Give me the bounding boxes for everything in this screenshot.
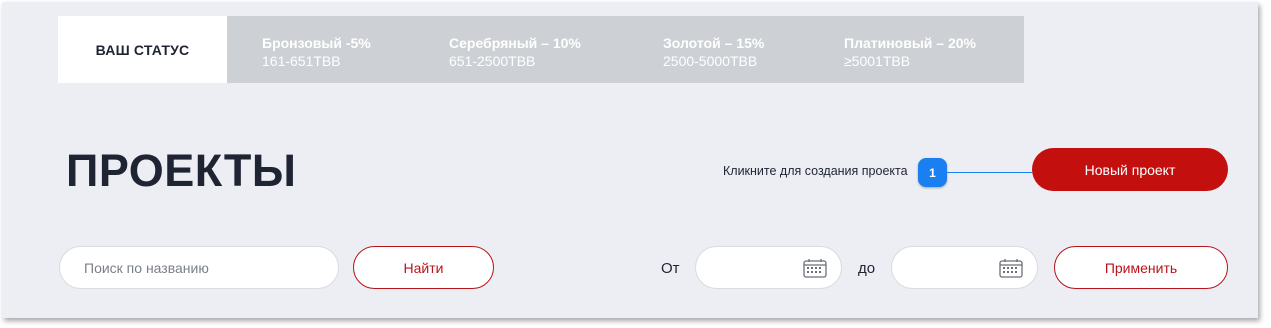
tier-range: 161-651ТВВ <box>262 53 341 69</box>
date-from-field[interactable] <box>695 246 842 289</box>
calendar-icon[interactable] <box>803 258 827 278</box>
date-to-label: до <box>858 260 876 277</box>
tier-range: ≥5001ТВВ <box>844 53 911 69</box>
new-project-button[interactable]: Новый проект <box>1032 148 1228 191</box>
projects-panel: ВАШ СТАТУС Бронзовый -5% 161-651ТВВ Сере… <box>2 2 1258 318</box>
tier-bronze: Бронзовый -5% 161-651ТВВ <box>262 34 371 70</box>
calendar-icon[interactable] <box>999 258 1023 278</box>
tier-name: Золотой – 15% <box>663 35 765 51</box>
tier-name: Бронзовый -5% <box>262 35 371 51</box>
tier-range: 651-2500ТВВ <box>449 53 536 69</box>
tier-silver: Серебряный – 10% 651-2500ТВВ <box>449 34 581 70</box>
tier-gold: Золотой – 15% 2500-5000ТВВ <box>663 34 764 70</box>
find-button[interactable]: Найти <box>353 246 494 289</box>
page-title: ПРОЕКТЫ <box>66 145 297 196</box>
apply-button[interactable]: Применить <box>1054 246 1228 289</box>
date-from-label: От <box>661 260 680 277</box>
tier-range: 2500-5000ТВВ <box>663 53 758 69</box>
hint-step-badge: 1 <box>918 158 947 187</box>
date-to-field[interactable] <box>891 246 1038 289</box>
hint-connector-line <box>946 172 1032 173</box>
tier-name: Платиновый – 20% <box>844 35 976 51</box>
search-input[interactable] <box>59 246 339 289</box>
create-hint-text: Кликните для создания проекта <box>723 164 908 178</box>
tier-platinum: Платиновый – 20% ≥5001ТВВ <box>844 34 976 70</box>
status-current-label: ВАШ СТАТУС <box>58 16 227 83</box>
status-bar: ВАШ СТАТУС Бронзовый -5% 161-651ТВВ Сере… <box>58 16 1024 83</box>
tier-name: Серебряный – 10% <box>449 35 581 51</box>
